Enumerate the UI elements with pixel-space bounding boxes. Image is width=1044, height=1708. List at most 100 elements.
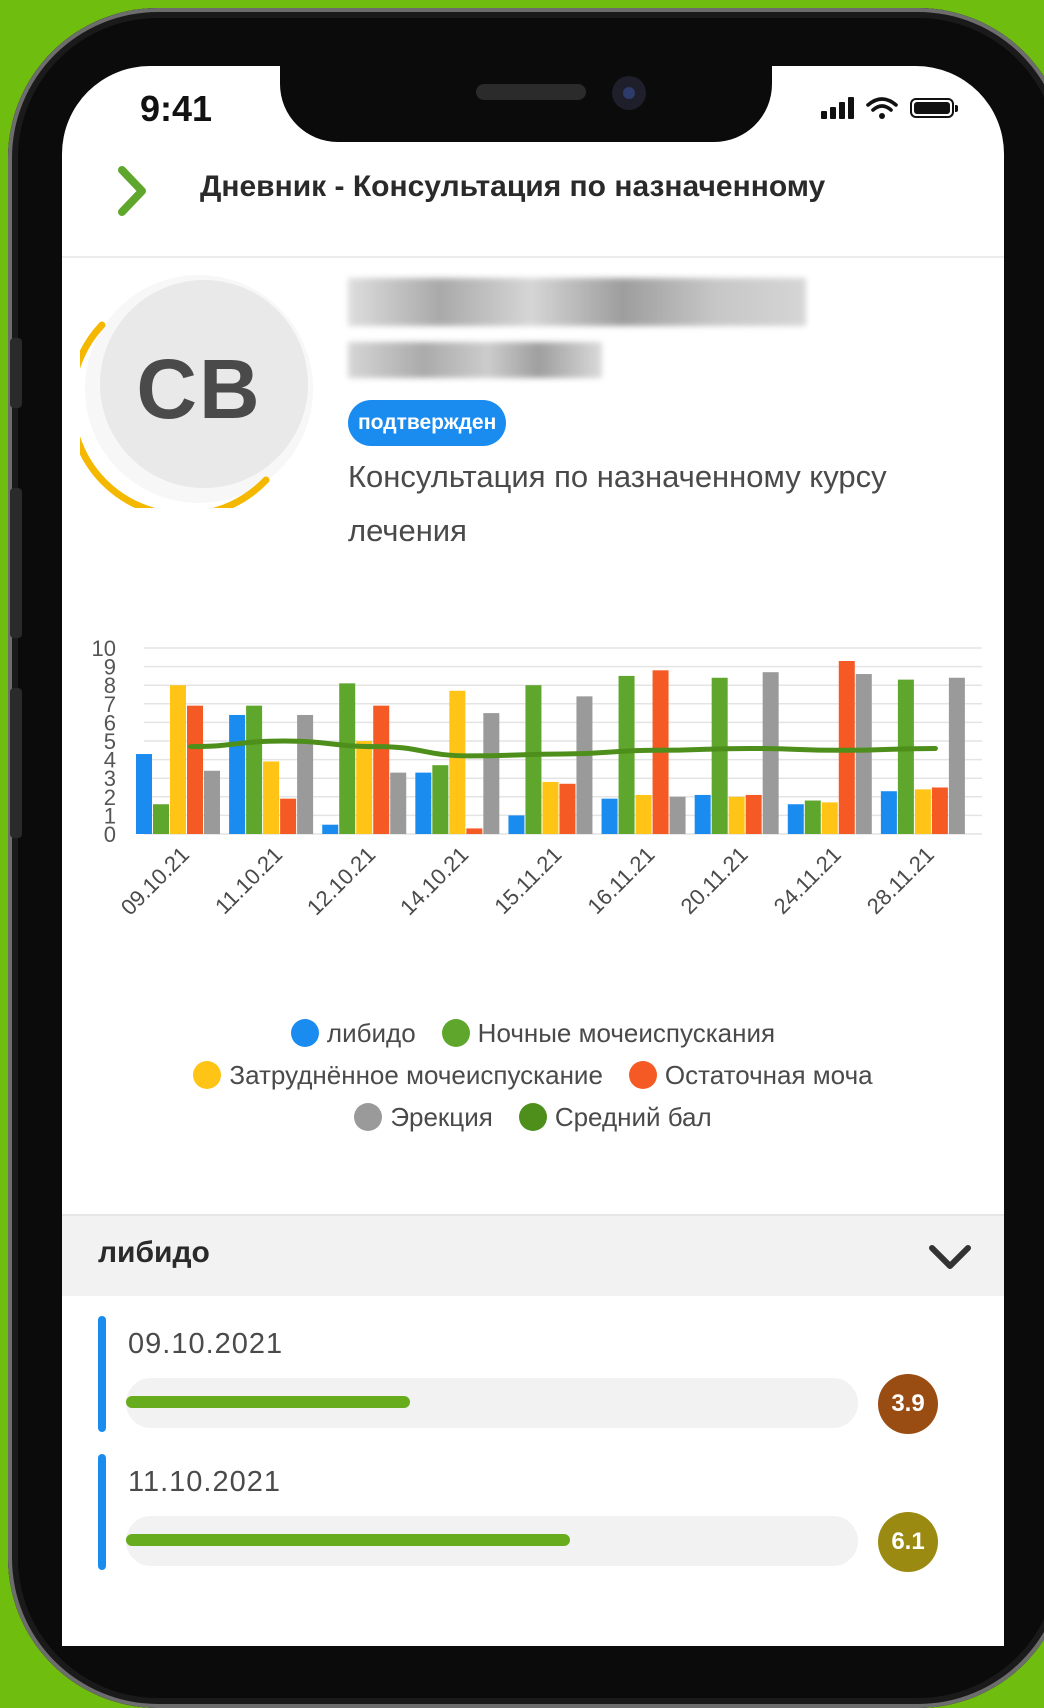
legend-item-residual[interactable]: Остаточная моча [628, 1054, 873, 1096]
legend-row: Затруднённое мочеиспускание Остаточная м… [62, 1054, 1004, 1096]
legend-label: Средний бал [554, 1102, 712, 1132]
volume-up-button [10, 488, 22, 638]
notch [280, 66, 772, 142]
entry-score-badge: 6.1 [878, 1512, 938, 1572]
legend-dot [628, 1061, 657, 1089]
x-tick-label: 28.11.21 [862, 842, 939, 919]
chart-bar [483, 713, 500, 834]
legend-dot [518, 1103, 547, 1131]
x-tick-label: 24.11.21 [769, 842, 846, 919]
chart-bar [229, 714, 246, 834]
legend-label: либидо [326, 1018, 416, 1048]
chart-bar [576, 696, 593, 834]
chart-bar [339, 683, 356, 834]
x-tick-label: 11.10.21 [210, 842, 287, 919]
chevron-down-icon[interactable] [928, 1236, 972, 1276]
chart-legend: либидо Ночные мочеиспускания Затруднённо… [62, 1012, 1004, 1138]
chart-bar [745, 794, 762, 834]
legend-row: либидо Ночные мочеиспускания [62, 1012, 1004, 1054]
status-badge: подтвержден [348, 400, 507, 446]
signal-icon [821, 97, 854, 119]
entry-date: 09.10.2021 [128, 1328, 284, 1360]
chart-bar [356, 741, 373, 834]
list-item[interactable]: 09.10.2021 3.9 [98, 1316, 978, 1436]
legend-row: Эрекция Средний бал [62, 1096, 1004, 1138]
diary-chart: 01234567891009.10.21 11.10.21 12.10.21 14.1… [92, 636, 982, 920]
chart-bar [153, 804, 169, 834]
chart-bar [914, 789, 931, 834]
chart-bar [263, 761, 280, 834]
avatar: CB [67, 270, 318, 519]
chart-bar [669, 796, 686, 834]
chart-bar [711, 677, 728, 834]
chart-bar [390, 772, 407, 834]
chart-bar [635, 794, 652, 834]
chart-bar [855, 674, 872, 834]
blurred-details [348, 342, 602, 378]
entry-date: 11.10.2021 [128, 1466, 281, 1498]
chart-bar [559, 783, 576, 834]
speaker [476, 84, 586, 100]
chart-bar [297, 714, 314, 834]
chart-bar [804, 800, 821, 834]
legend-dot [290, 1019, 319, 1047]
volume-down-button [10, 688, 22, 838]
entry-progress-fill [126, 1396, 410, 1408]
legend-item-average[interactable]: Средний бал [518, 1096, 712, 1138]
chart-bar [449, 690, 466, 834]
consultation-subtitle: Консультация по назначенному курсу лечен… [348, 459, 887, 548]
chart-bar [322, 824, 339, 834]
entry-accent [98, 1454, 106, 1570]
y-tick-label: 10 [92, 636, 116, 661]
chart-bar [204, 770, 220, 834]
chart-bar [948, 677, 965, 834]
chart-bar [187, 705, 203, 834]
chart-bar [246, 705, 263, 834]
status-time: 9:41 [140, 88, 213, 129]
screen: 9:41 Дневник - Консультация по назначенн… [62, 66, 1004, 1646]
legend-item-erection[interactable]: Эрекция [354, 1096, 493, 1138]
wifi-icon [866, 97, 898, 119]
x-tick-label: 15.11.21 [489, 842, 566, 919]
chart-bar [931, 787, 948, 834]
chart-bar [880, 791, 897, 834]
blurred-name [348, 278, 806, 326]
legend-item-difficult[interactable]: Затруднённое мочеиспускание [193, 1054, 603, 1096]
app-header: Дневник - Консультация по назначенному [62, 146, 1004, 258]
chart-bar [838, 661, 855, 834]
legend-dot [441, 1019, 470, 1047]
chart-bar [466, 828, 483, 834]
chart-bar [787, 804, 804, 834]
list-item[interactable]: 11.10.2021 6.1 [98, 1454, 978, 1574]
chart-bar [415, 772, 432, 834]
legend-label: Затруднённое мочеиспускание [229, 1060, 603, 1090]
chart-bar [601, 798, 618, 834]
chart-bar [508, 815, 525, 834]
chart-bar [821, 802, 838, 834]
chart-bar [525, 685, 542, 834]
x-tick-label: 14.10.21 [395, 842, 473, 920]
page-title: Дневник - Консультация по назначенному [200, 170, 826, 203]
legend-dot [354, 1103, 383, 1131]
x-tick-label: 09.10.21 [116, 842, 194, 920]
entry-score-badge: 3.9 [878, 1374, 938, 1434]
chart-bar [280, 798, 297, 834]
legend-item-libido[interactable]: либидо [290, 1012, 416, 1054]
legend-item-night[interactable]: Ночные мочеиспускания [441, 1012, 776, 1054]
legend-dot [193, 1061, 222, 1089]
legend-label: Остаточная моча [664, 1060, 873, 1090]
x-tick-label: 20.11.21 [676, 842, 753, 919]
legend-label: Ночные мочеиспускания [477, 1018, 776, 1048]
chevron-right-icon[interactable] [112, 164, 152, 218]
status-icons [821, 96, 958, 120]
camera [612, 76, 646, 110]
chart-bar [762, 672, 779, 834]
x-tick-label: 16.11.21 [583, 842, 660, 919]
chart-bar [618, 675, 635, 834]
avatar-initials: CB [136, 341, 262, 436]
section-header-libido[interactable]: либидо [62, 1214, 1004, 1296]
chart-bar [694, 794, 711, 834]
chart-bar [432, 765, 449, 834]
chart-bar [373, 705, 390, 834]
chart-bar [897, 679, 914, 834]
